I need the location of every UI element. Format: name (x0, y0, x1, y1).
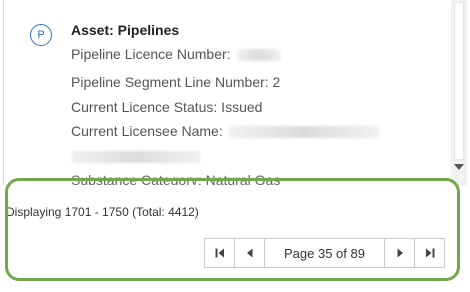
licensee-name-label: Current Licensee Name: (71, 123, 223, 139)
pipeline-badge-icon: P (30, 24, 52, 46)
vertical-scrollbar[interactable] (451, 0, 467, 186)
licence-status: Current Licence Status: Issued (71, 99, 263, 115)
page-indicator: Page 35 of 89 (265, 239, 385, 267)
pagination-toolbar: Page 35 of 89 (204, 238, 445, 268)
attribute-scroll-area[interactable]: P Asset: Pipelines Pipeline Licence Numb… (4, 0, 451, 186)
display-info: Displaying 1701 - 1750 (Total: 4412) (6, 205, 199, 219)
segment-line-number: Pipeline Segment Line Number: 2 (71, 74, 281, 90)
last-page-icon (425, 248, 434, 258)
last-page-button[interactable] (415, 239, 444, 267)
substance-category: Substance Category: Natural Gas (71, 172, 281, 186)
asset-title: Asset: Pipelines (71, 22, 180, 38)
scrollbar-thumb[interactable] (454, 2, 464, 160)
redacted-value (71, 151, 201, 164)
next-page-button[interactable] (385, 239, 415, 267)
scroll-down-arrow-icon[interactable] (454, 164, 464, 170)
redacted-value (236, 49, 281, 62)
redacted-continuation-row (71, 148, 201, 164)
first-page-button[interactable] (205, 239, 235, 267)
prev-page-icon (246, 248, 252, 258)
next-page-icon (397, 248, 403, 258)
licence-number-row: Pipeline Licence Number: (71, 46, 281, 62)
licence-number-label: Pipeline Licence Number: (71, 46, 231, 62)
prev-page-button[interactable] (235, 239, 265, 267)
licensee-name-row: Current Licensee Name: (71, 123, 379, 139)
first-page-icon (215, 248, 224, 258)
redacted-value (228, 126, 379, 139)
